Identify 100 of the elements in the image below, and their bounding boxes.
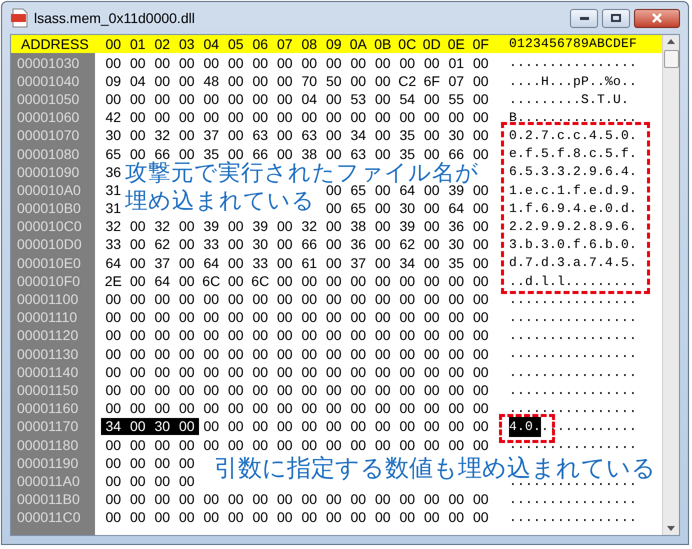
column-header: 00 bbox=[104, 34, 122, 54]
hex-byte: 00 bbox=[130, 144, 146, 162]
hex-byte: 00 bbox=[105, 454, 122, 473]
hex-byte: 36 bbox=[350, 235, 366, 254]
hex-byte: 00 bbox=[228, 308, 244, 328]
address-cell-text: 00001090 bbox=[17, 162, 80, 182]
hex-byte: 00 bbox=[448, 326, 464, 346]
hex-byte: 00 bbox=[276, 308, 293, 328]
close-button[interactable] bbox=[634, 8, 680, 28]
hex-byte: 00 bbox=[374, 490, 391, 510]
scrollbar[interactable] bbox=[662, 35, 679, 535]
hex-byte: 00 bbox=[276, 436, 293, 455]
hex-byte: 00 bbox=[203, 399, 220, 418]
hex-byte: 00 bbox=[424, 90, 440, 109]
ascii-text: ....H...pP..%o.. bbox=[509, 72, 638, 91]
hex-byte: 64 bbox=[154, 272, 170, 291]
scroll-up-icon[interactable] bbox=[667, 39, 675, 44]
hex-byte: 00 bbox=[154, 90, 170, 109]
hex-byte: 00 bbox=[105, 326, 122, 346]
hex-byte: 00 bbox=[374, 199, 391, 218]
minimize-button[interactable] bbox=[570, 8, 598, 28]
hex-byte: 00 bbox=[178, 490, 195, 510]
hex-byte: 00 bbox=[472, 72, 489, 91]
hex-byte: 00 bbox=[424, 144, 440, 162]
hex-byte: 00 bbox=[301, 344, 318, 364]
hex-byte: 00 bbox=[424, 490, 440, 510]
hex-byte: 64 bbox=[203, 254, 220, 273]
hex-byte: 00 bbox=[424, 126, 440, 146]
hex-byte: 30 bbox=[105, 126, 122, 146]
ascii-text: ................ bbox=[509, 308, 638, 327]
address-cell-text: 00001110 bbox=[17, 308, 78, 328]
hex-byte: 00 bbox=[203, 326, 220, 346]
maximize-button[interactable] bbox=[602, 8, 630, 28]
hex-byte: 00 bbox=[448, 290, 464, 310]
hex-byte: 00 bbox=[374, 326, 391, 346]
hex-byte: 00 bbox=[228, 72, 244, 91]
hex-byte: 48 bbox=[203, 72, 220, 91]
hex-byte: 00 bbox=[154, 399, 170, 418]
hex-byte: 66 bbox=[448, 144, 464, 162]
scroll-down-icon[interactable] bbox=[667, 526, 675, 531]
hex-byte: 00 bbox=[228, 417, 244, 436]
hex-byte: 00 bbox=[105, 344, 122, 364]
hex-byte: 00 bbox=[472, 508, 489, 528]
highlight-frame bbox=[499, 414, 555, 443]
address-cell-text: 000010C0 bbox=[17, 217, 82, 236]
hex-byte: 00 bbox=[203, 436, 220, 455]
hex-byte: 00 bbox=[203, 417, 220, 436]
hex-byte: 00 bbox=[374, 90, 391, 109]
hex-byte: 00 bbox=[130, 217, 146, 236]
hex-byte: 00 bbox=[178, 126, 195, 146]
hex-byte: 00 bbox=[252, 508, 268, 528]
hex-byte: 00 bbox=[203, 344, 220, 364]
hex-byte: 00 bbox=[154, 72, 170, 91]
hex-byte: 00 bbox=[374, 290, 391, 310]
address-cell-text: 000010F0 bbox=[17, 272, 80, 291]
hex-byte: 00 bbox=[228, 508, 244, 528]
hex-byte: 00 bbox=[276, 399, 293, 418]
hex-byte: 00 bbox=[228, 344, 244, 364]
column-header: 0E bbox=[446, 34, 466, 54]
hex-byte: 00 bbox=[105, 472, 122, 491]
hex-byte: 00 bbox=[276, 217, 293, 236]
hex-byte: 00 bbox=[424, 380, 440, 400]
hex-byte: 33 bbox=[252, 254, 268, 273]
hex-byte: 00 bbox=[326, 362, 342, 382]
hex-byte: 00 bbox=[301, 108, 318, 128]
hex-byte: 00 bbox=[399, 326, 416, 346]
hex-byte: 00 bbox=[130, 235, 146, 254]
hex-byte: 00 bbox=[472, 344, 489, 364]
ascii-text: B............... bbox=[509, 108, 638, 127]
hex-byte: 00 bbox=[130, 90, 146, 109]
hex-byte: 00 bbox=[178, 308, 195, 328]
ascii-text: ................ bbox=[509, 490, 638, 509]
hex-byte: 00 bbox=[424, 290, 440, 310]
hex-byte: 66 bbox=[154, 144, 170, 162]
hex-byte: 00 bbox=[130, 454, 146, 473]
hex-byte: 00 bbox=[105, 380, 122, 400]
hex-byte: 37 bbox=[154, 254, 170, 273]
address-cell-text: 00001050 bbox=[17, 90, 80, 109]
hex-byte: 00 bbox=[154, 472, 170, 491]
hex-byte: 32 bbox=[105, 217, 122, 236]
hex-byte: 00 bbox=[178, 72, 195, 91]
hex-byte: 30 bbox=[448, 235, 464, 254]
hex-byte: 00 bbox=[374, 217, 391, 236]
scroll-thumb[interactable] bbox=[664, 50, 678, 68]
hex-byte: 39 bbox=[252, 217, 268, 236]
address-cell-text: 00001120 bbox=[17, 326, 78, 346]
hex-byte: 00 bbox=[424, 362, 440, 382]
hex-byte: 00 bbox=[399, 508, 416, 528]
hex-byte: 00 bbox=[276, 235, 293, 254]
hex-byte: 00 bbox=[350, 72, 366, 91]
hex-byte: 00 bbox=[374, 54, 391, 73]
hex-byte: 00 bbox=[252, 54, 268, 73]
hex-byte: 00 bbox=[301, 362, 318, 382]
hex-byte: 00 bbox=[178, 90, 195, 109]
hex-byte: 00 bbox=[399, 436, 416, 455]
hex-byte: 00 bbox=[130, 490, 146, 510]
hex-byte: 65 bbox=[350, 199, 366, 218]
hex-byte: 00 bbox=[130, 472, 146, 491]
hex-byte: 00 bbox=[374, 417, 391, 436]
address-cell-text: 00001040 bbox=[17, 72, 80, 91]
